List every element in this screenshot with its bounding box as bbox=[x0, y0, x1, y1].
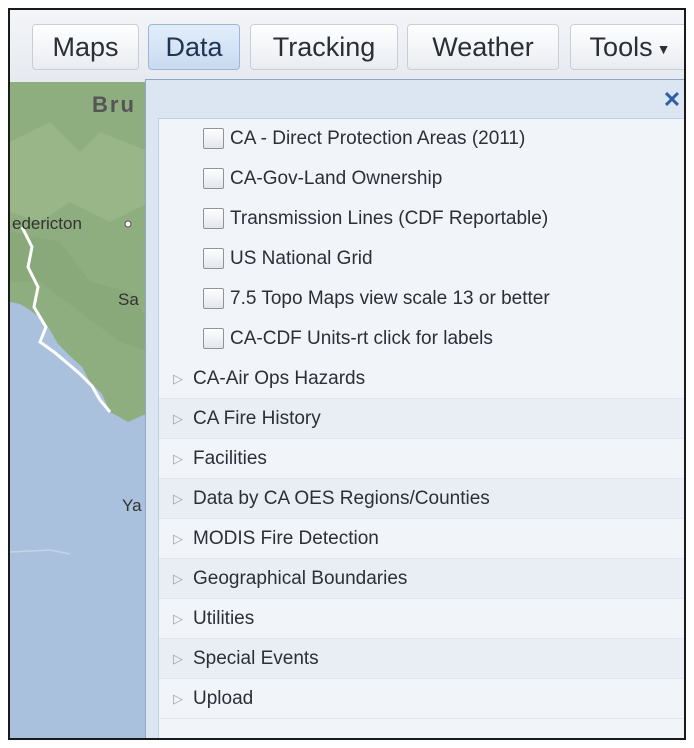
group-label: Geographical Boundaries bbox=[193, 568, 408, 589]
layer-checkbox-row[interactable]: Transmission Lines (CDF Reportable) bbox=[159, 199, 684, 239]
expand-arrow-icon[interactable]: ▷ bbox=[173, 519, 183, 559]
group-label: Utilities bbox=[193, 608, 255, 629]
layer-group-row[interactable]: ▷ Special Events bbox=[159, 639, 684, 679]
layer-checkbox-row[interactable]: CA-CDF Units-rt click for labels bbox=[159, 319, 684, 359]
layer-checkbox[interactable] bbox=[203, 288, 224, 309]
layer-checkbox[interactable] bbox=[203, 128, 224, 149]
layer-group-row[interactable]: ▷ Facilities bbox=[159, 439, 684, 479]
expand-arrow-icon[interactable]: ▷ bbox=[173, 359, 183, 399]
layer-group-row[interactable]: ▷ CA Fire History bbox=[159, 399, 684, 439]
app-window: Maps Data Tracking Weather Tools ▼ Bru ed… bbox=[8, 8, 686, 740]
layer-checkbox-row[interactable]: US National Grid bbox=[159, 239, 684, 279]
tab-label: Tools bbox=[589, 32, 653, 62]
map-label-city: Ya bbox=[122, 496, 142, 515]
layer-list[interactable]: CA - Direct Protection Areas (2011) CA-G… bbox=[158, 118, 684, 738]
tab-label: Weather bbox=[432, 32, 534, 62]
map-label-city: edericton bbox=[12, 214, 82, 233]
layer-checkbox-row[interactable]: CA-Gov-Land Ownership bbox=[159, 159, 684, 199]
tab-label: Maps bbox=[52, 32, 119, 62]
layer-checkbox[interactable] bbox=[203, 248, 224, 269]
expand-arrow-icon[interactable]: ▷ bbox=[173, 679, 183, 719]
layer-checkbox[interactable] bbox=[203, 208, 224, 229]
tab-tracking[interactable]: Tracking bbox=[250, 24, 398, 70]
group-label: Special Events bbox=[193, 648, 319, 669]
group-label: MODIS Fire Detection bbox=[193, 528, 379, 549]
top-toolbar: Maps Data Tracking Weather Tools ▼ bbox=[10, 10, 684, 82]
layer-checkbox[interactable] bbox=[203, 168, 224, 189]
layer-group-list: ▷ CA-Air Ops Hazards ▷ CA Fire History ▷ Fa… bbox=[159, 359, 684, 719]
close-icon[interactable]: ✕ bbox=[662, 89, 682, 111]
expand-arrow-icon[interactable]: ▷ bbox=[173, 639, 183, 679]
data-layers-panel: ✕ CA - Direct Protection Areas (2011) CA… bbox=[145, 79, 684, 738]
layer-group-row[interactable]: ▷ Geographical Boundaries bbox=[159, 559, 684, 599]
dropdown-caret-icon: ▼ bbox=[656, 40, 671, 57]
tab-label: Data bbox=[165, 32, 223, 62]
group-label: CA Fire History bbox=[193, 408, 321, 429]
map-view[interactable]: Bru edericton Sa Ya bbox=[10, 82, 150, 738]
group-label: Facilities bbox=[193, 448, 267, 469]
layer-label: CA-CDF Units-rt click for labels bbox=[230, 328, 493, 349]
panel-header: ✕ bbox=[146, 80, 684, 118]
group-label: CA-Air Ops Hazards bbox=[193, 368, 366, 389]
layer-checkbox[interactable] bbox=[203, 328, 224, 349]
tab-maps[interactable]: Maps bbox=[32, 24, 139, 70]
layer-label: 7.5 Topo Maps view scale 13 or better bbox=[230, 288, 550, 309]
expand-arrow-icon[interactable]: ▷ bbox=[173, 559, 183, 599]
expand-arrow-icon[interactable]: ▷ bbox=[173, 439, 183, 479]
group-label: Data by CA OES Regions/Counties bbox=[193, 488, 490, 509]
map-label-city: Sa bbox=[118, 290, 139, 309]
layer-group-row[interactable]: ▷ Upload bbox=[159, 679, 684, 719]
expand-arrow-icon[interactable]: ▷ bbox=[173, 599, 183, 639]
tab-weather[interactable]: Weather bbox=[407, 24, 559, 70]
expand-arrow-icon[interactable]: ▷ bbox=[173, 479, 183, 519]
layer-label: CA-Gov-Land Ownership bbox=[230, 168, 443, 189]
layer-checkbox-row[interactable]: CA - Direct Protection Areas (2011) bbox=[159, 119, 684, 159]
expand-arrow-icon[interactable]: ▷ bbox=[173, 399, 183, 439]
layer-group-row[interactable]: ▷ Utilities bbox=[159, 599, 684, 639]
layer-label: CA - Direct Protection Areas (2011) bbox=[230, 128, 526, 149]
layer-group-row[interactable]: ▷ MODIS Fire Detection bbox=[159, 519, 684, 559]
layer-label: Transmission Lines (CDF Reportable) bbox=[230, 208, 549, 229]
layer-checkbox-row[interactable]: 7.5 Topo Maps view scale 13 or better bbox=[159, 279, 684, 319]
tab-label: Tracking bbox=[272, 32, 376, 62]
tab-tools[interactable]: Tools ▼ bbox=[570, 24, 684, 70]
tab-data[interactable]: Data bbox=[148, 24, 240, 70]
layer-group-row[interactable]: ▷ Data by CA OES Regions/Counties bbox=[159, 479, 684, 519]
map-canvas bbox=[10, 82, 150, 738]
layer-group-row[interactable]: ▷ CA-Air Ops Hazards bbox=[159, 359, 684, 399]
layer-label: US National Grid bbox=[230, 248, 373, 269]
map-label-region: Bru bbox=[92, 92, 136, 117]
group-label: Upload bbox=[193, 688, 254, 709]
